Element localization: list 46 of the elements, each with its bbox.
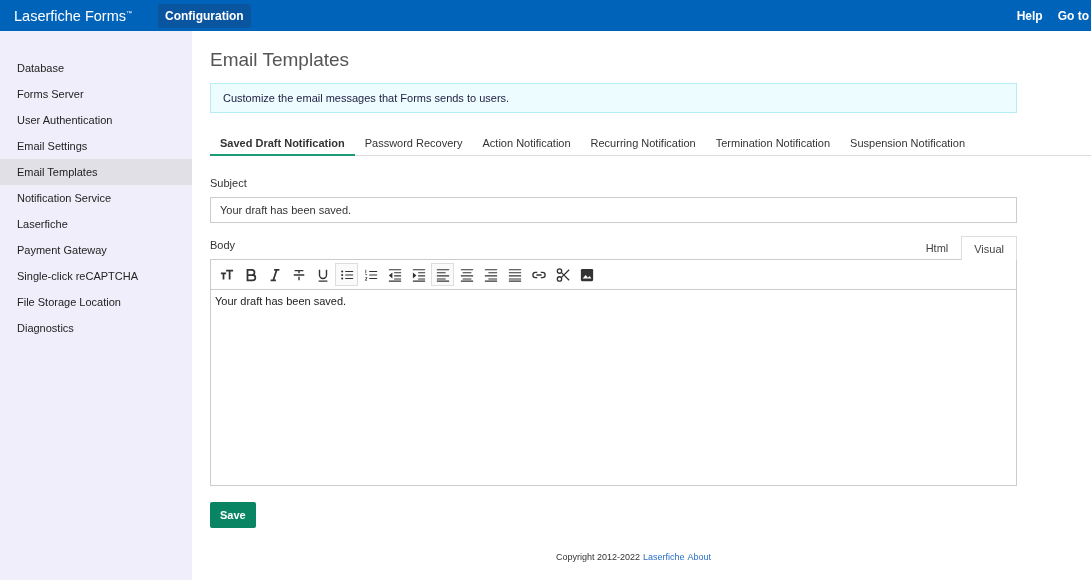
mode-tab[interactable]: Visual <box>961 236 1017 260</box>
field-label: Subject <box>210 177 248 189</box>
outdent-icon <box>387 267 402 282</box>
page-title: Email Templates <box>210 49 351 71</box>
sidebar-item[interactable]: Email Templates <box>0 159 192 185</box>
info-message: Customize the email messages that Forms sends to users. <box>210 83 1017 113</box>
editor-text[interactable]: Your draft has been saved. <box>211 290 1016 312</box>
tab[interactable]: Suspension Notification <box>840 133 976 156</box>
justify-icon <box>507 267 522 282</box>
numbered-list-icon <box>363 267 378 282</box>
tab[interactable]: Saved Draft Notification <box>210 133 355 156</box>
align-center-icon <box>459 267 474 282</box>
sidebar-item[interactable]: Laserfiche <box>0 211 192 237</box>
align-left-button[interactable] <box>431 263 454 286</box>
tab[interactable]: Action Notification <box>472 133 581 156</box>
footer-link[interactable]: Laserfiche <box>643 552 685 562</box>
sidebar-item[interactable]: Single-click reCAPTCHA <box>0 263 192 289</box>
field-label: Body <box>210 239 236 251</box>
indent-icon <box>411 267 426 282</box>
mode-tab[interactable]: Html <box>912 235 962 259</box>
sidebar-item[interactable]: Diagnostics <box>0 315 192 341</box>
header-link[interactable]: Help <box>1016 8 1043 23</box>
cut-icon <box>555 267 570 282</box>
align-left-icon <box>435 267 450 282</box>
app-logo: Laserfiche Forms$^{™}$ <box>14 7 132 24</box>
sidebar-item[interactable]: File Storage Location <box>0 289 192 315</box>
sidebar-item[interactable]: Database <box>0 55 192 81</box>
tab[interactable]: Password Recovery <box>354 133 473 156</box>
tab[interactable]: Termination Notification <box>705 133 841 156</box>
tab[interactable]: Recurring Notification <box>580 133 706 156</box>
sidebar-item[interactable]: User Authentication <box>0 107 192 133</box>
sidebar-item[interactable]: Notification Service <box>0 185 192 211</box>
header-link[interactable]: Go to <box>1057 8 1089 23</box>
bullet-list-button[interactable] <box>335 263 358 286</box>
sidebar-item[interactable]: Email Settings <box>0 133 192 159</box>
subject-field[interactable]: Your draft has been saved. <box>210 197 1017 223</box>
font-size-icon <box>219 267 234 282</box>
strikethrough-icon <box>291 267 306 282</box>
copyright-text: Copyright 2012-2022 <box>555 552 640 562</box>
align-right-icon <box>483 267 498 282</box>
sidebar-item[interactable]: Payment Gateway <box>0 237 192 263</box>
save-button[interactable]: Save <box>210 502 256 528</box>
footer-link[interactable]: About <box>687 552 712 562</box>
nav-tab[interactable]: Configuration <box>158 3 251 28</box>
image-icon <box>579 267 594 282</box>
sidebar-item[interactable]: Forms Server <box>0 81 192 107</box>
